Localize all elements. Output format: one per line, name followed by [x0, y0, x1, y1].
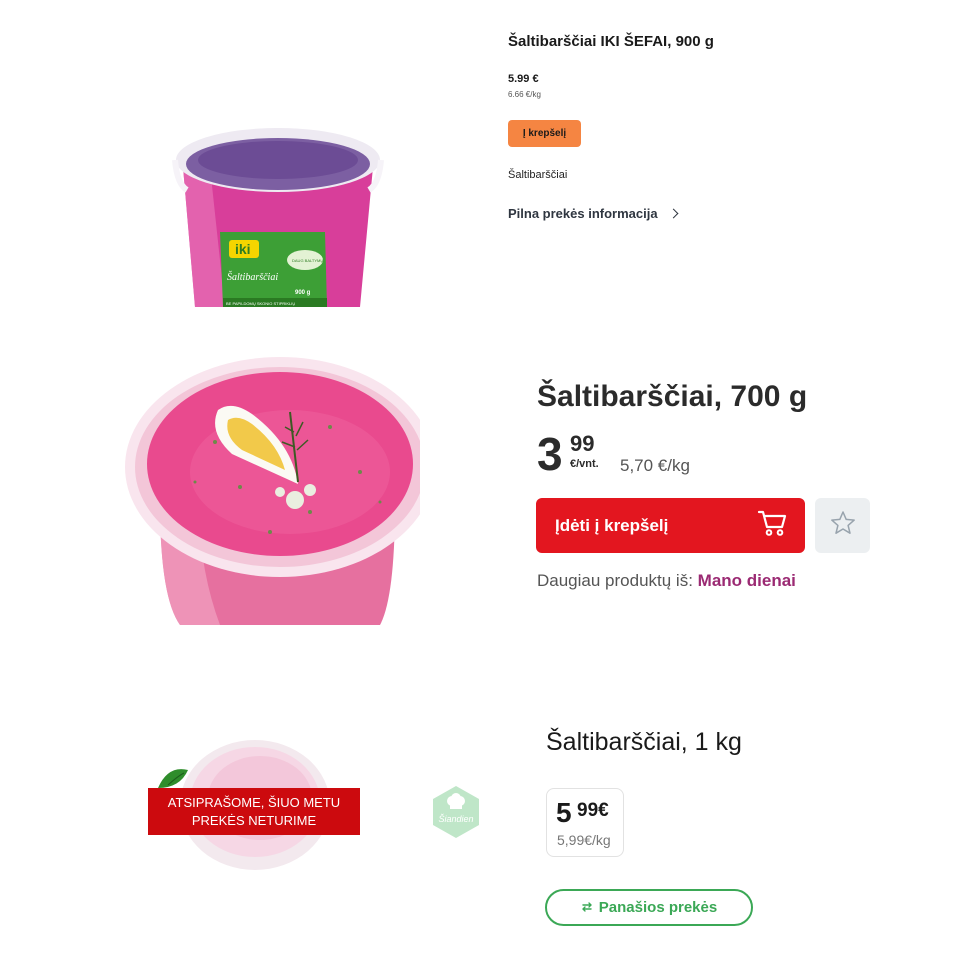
full-info-link[interactable]: Pilna prekės informacija [508, 206, 679, 221]
add-to-cart-button[interactable]: Įdėti į krepšelį [536, 498, 805, 553]
label-weight: 900 g [295, 290, 311, 296]
more-products-line: Daugiau produktų iš: Mano dienai [537, 571, 796, 591]
add-to-cart-button[interactable]: Į krepšelį [508, 120, 581, 147]
product-title: Šaltibarščiai, 1 kg [546, 728, 742, 756]
label-product-name: Šaltibarščiai [227, 271, 278, 283]
product-image [120, 332, 420, 625]
product-image: iki Šaltibarščiai 900 g DAUG BALTYMŲ BE … [165, 112, 390, 307]
out-of-stock-badge: ATSIPRAŠOME, ŠIUO METU PREKĖS NETURIME [148, 788, 360, 835]
product-title: Šaltibarščiai IKI ŠEFAI, 900 g [508, 33, 714, 50]
more-products-link[interactable]: Mano dienai [698, 571, 796, 590]
product-price: 5.99 € [508, 73, 539, 85]
chevron-right-icon [668, 208, 679, 219]
label-sticker: DAUG BALTYMŲ [292, 258, 323, 263]
add-to-cart-label: Įdėti į krepšelį [555, 515, 669, 535]
price-per-unit-label: €/vnt. [570, 458, 599, 470]
star-icon [830, 510, 856, 541]
favorite-button[interactable] [815, 498, 870, 553]
price-cents: 99 [570, 431, 595, 456]
price-block: 3 99 €/vnt. 5,70 €/kg [537, 428, 737, 480]
similar-products-label: Panašios prekės [598, 899, 718, 916]
more-products-prefix: Daugiau produktų iš: [537, 571, 693, 590]
price-box: 5 99€ 5,99€/kg [546, 788, 624, 857]
full-info-label: Pilna prekės informacija [508, 206, 658, 221]
today-badge: Šiandien [430, 784, 482, 840]
unit-price: 6.66 €/kg [508, 90, 541, 99]
similar-products-button[interactable]: Panašios prekės [545, 889, 753, 926]
product-category: Šaltibarščiai [508, 169, 568, 181]
swap-arrows-icon [581, 899, 593, 916]
label-footer: BE PAPILDOMŲ SKONIO STIPRIKLIŲ [226, 301, 295, 306]
badge-line-1: ATSIPRAŠOME, ŠIUO METU [167, 794, 341, 810]
product-title: Šaltibarščiai, 700 g [537, 380, 808, 413]
badge-line-2: PREKĖS NETURIME [191, 812, 317, 828]
today-label: Šiandien [438, 814, 473, 824]
price-euros: 3 [537, 428, 563, 480]
price-euros: 5 [556, 797, 572, 828]
iki-logo: iki [235, 241, 251, 257]
cart-icon [757, 509, 787, 542]
price-cents: 99€ [577, 800, 609, 821]
unit-price: 5,70 €/kg [620, 456, 690, 475]
unit-price: 5,99€/kg [557, 832, 611, 848]
